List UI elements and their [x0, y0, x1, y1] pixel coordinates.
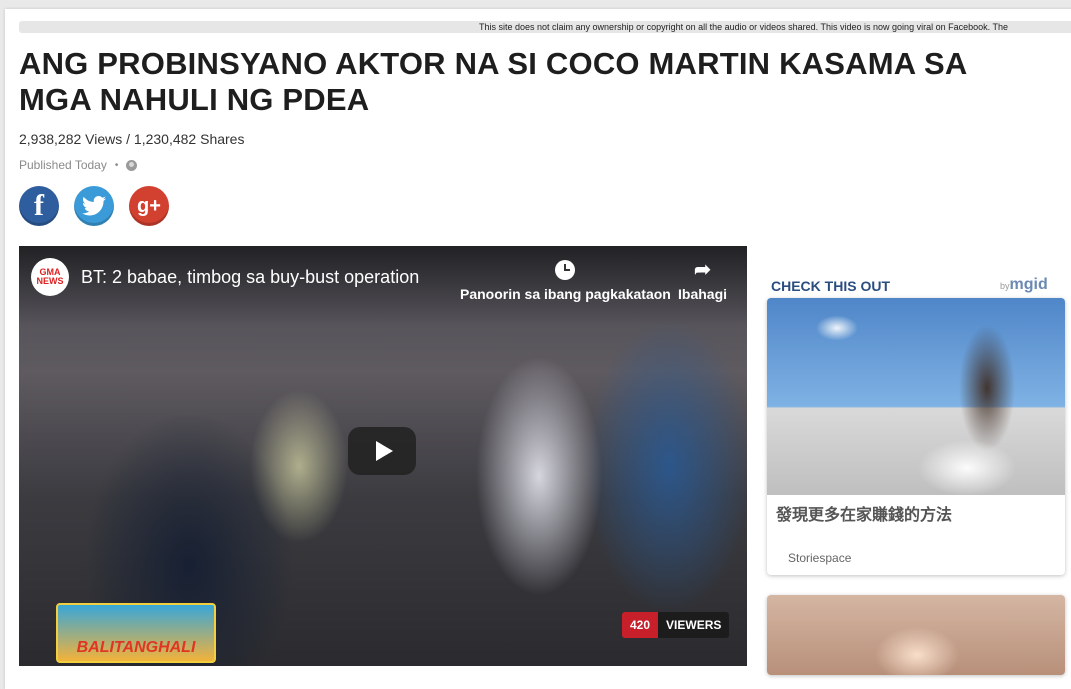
show-logo: BALITANGHALI — [56, 603, 216, 663]
mgid-logo[interactable]: bymgid — [1000, 276, 1048, 294]
meta-separator: • — [114, 159, 119, 171]
published-label: Published Today — [19, 158, 107, 172]
clock-icon — [555, 260, 576, 280]
play-icon — [375, 441, 393, 461]
watch-later-label: Panoorin sa ibang pagkakataon — [460, 286, 671, 302]
article-stats: 2,938,282 Views / 1,230,482 Shares — [19, 131, 245, 147]
twitter-icon — [82, 196, 106, 216]
video-title[interactable]: BT: 2 babae, timbog sa buy-bust operatio… — [81, 267, 419, 288]
viewers-badge: 420 VIEWERS — [622, 612, 730, 638]
google-plus-share-button[interactable]: g+ — [129, 186, 169, 226]
sponsored-card-title[interactable]: 發現更多在家賺錢的方法 — [767, 495, 1065, 525]
globe-icon — [126, 159, 138, 171]
viewers-label: VIEWERS — [658, 612, 730, 638]
social-share-bar: f g+ — [19, 186, 169, 226]
play-button[interactable] — [348, 427, 416, 475]
mgid-prefix: by — [1000, 281, 1010, 291]
mgid-label: mgid — [1009, 276, 1048, 293]
disclaimer-banner: This site does not claim any ownership o… — [19, 21, 1071, 33]
sponsored-card-2-image[interactable] — [767, 595, 1065, 675]
article-meta: Published Today • — [19, 158, 138, 172]
video-player[interactable]: GMA NEWS BT: 2 babae, timbog sa buy-bust… — [19, 246, 747, 666]
share-button[interactable]: ➦ Ibahagi — [678, 260, 727, 302]
facebook-share-button[interactable]: f — [19, 186, 59, 226]
share-label: Ibahagi — [678, 286, 728, 302]
share-arrow-icon: ➦ — [694, 259, 711, 281]
viewers-count: 420 — [622, 612, 659, 638]
watch-later-button[interactable]: Panoorin sa ibang pagkakataon — [460, 260, 671, 302]
sponsored-card[interactable]: 發現更多在家賺錢的方法 Storiespace — [767, 298, 1065, 575]
sidebar-heading: CHECK THIS OUT — [771, 278, 890, 294]
sponsored-card-image[interactable] — [767, 298, 1065, 495]
sponsored-card-source: Storiespace — [788, 551, 852, 565]
google-plus-icon: g+ — [137, 194, 161, 217]
article-headline: ANG PROBINSYANO AKTOR NA SI COCO MARTIN … — [19, 46, 967, 117]
facebook-icon: f — [34, 189, 44, 222]
channel-logo[interactable]: GMA NEWS — [31, 258, 69, 296]
twitter-share-button[interactable] — [74, 186, 114, 226]
